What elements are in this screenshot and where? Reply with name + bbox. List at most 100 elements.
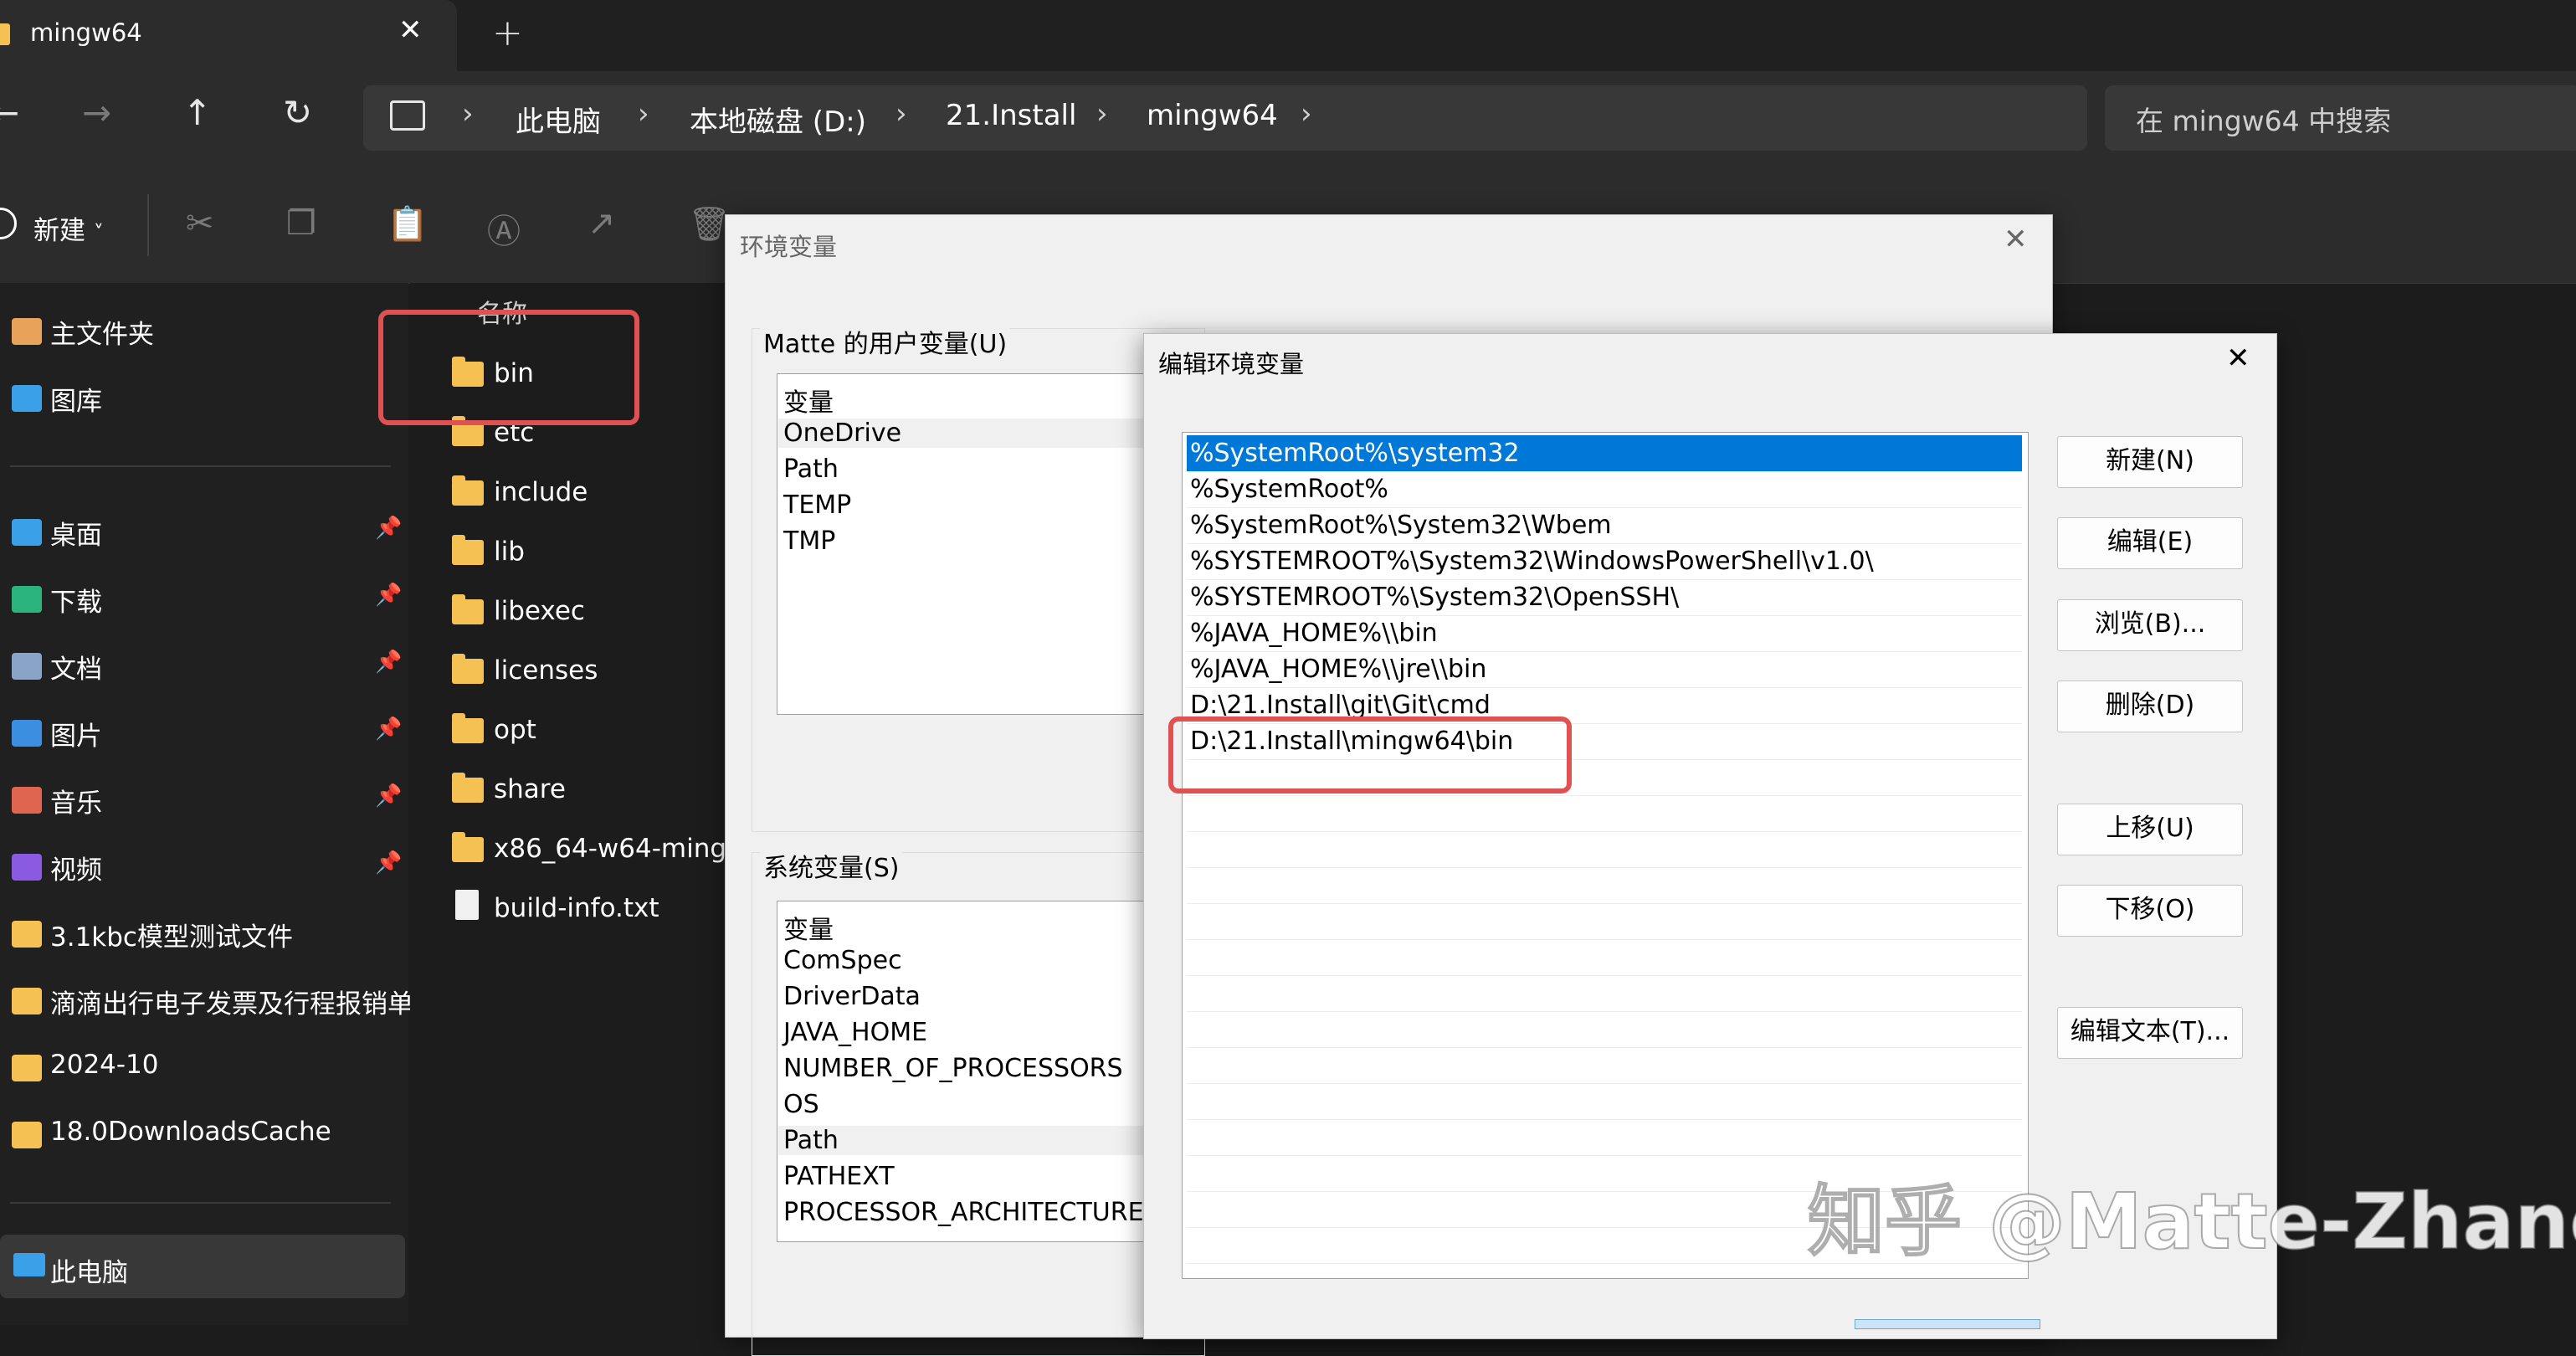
pin-icon[interactable]: 📌 — [375, 717, 402, 742]
highlight-box — [1168, 717, 1572, 794]
sidebar-item-downloads[interactable]: 下载 📌 — [0, 569, 408, 628]
sidebar-item-pictures[interactable]: 图片 📌 — [0, 703, 408, 762]
chevron-right-icon[interactable]: › — [462, 97, 474, 131]
file-item[interactable]: libexec — [452, 586, 753, 643]
refresh-icon[interactable]: ↻ — [283, 92, 312, 133]
move-down-button[interactable]: 下移(O) — [2057, 885, 2243, 937]
back-icon[interactable]: ← — [0, 92, 19, 133]
path-row[interactable]: %JAVA_HOME%\\bin — [1187, 615, 2022, 652]
music-icon — [12, 787, 42, 814]
file-item[interactable]: opt — [452, 705, 753, 762]
sidebar-item-gallery[interactable]: 图库 — [0, 368, 408, 427]
browse-button[interactable]: 浏览(B)... — [2057, 599, 2243, 651]
forward-icon[interactable]: → — [82, 92, 111, 133]
path-row[interactable] — [1187, 939, 2022, 976]
path-row[interactable]: %SystemRoot% — [1187, 471, 2022, 508]
computer-icon — [13, 1253, 45, 1276]
path-row[interactable] — [1187, 1119, 2022, 1156]
folder-icon — [12, 988, 42, 1014]
breadcrumb-local-disk-d[interactable]: 本地磁盘 (D:) — [690, 99, 866, 140]
system-variables-label: 系统变量(S) — [760, 847, 903, 884]
pin-icon[interactable]: 📌 — [375, 850, 402, 876]
close-icon[interactable]: ✕ — [2226, 342, 2250, 375]
path-row[interactable] — [1187, 1047, 2022, 1084]
search-input[interactable]: 在 mingw64 中搜索 — [2136, 99, 2391, 139]
file-name: lib — [494, 537, 525, 567]
pin-icon[interactable]: 📌 — [375, 783, 402, 809]
sidebar-item-2024-10[interactable]: 2024-10 — [0, 1038, 408, 1097]
folder-icon — [452, 832, 484, 862]
path-row[interactable]: %JAVA_HOME%\\jre\\bin — [1187, 651, 2022, 688]
sidebar-item-home[interactable]: 主文件夹 — [0, 301, 408, 360]
sidebar-item-didi[interactable]: 滴滴出行电子发票及行程报销单 — [0, 971, 413, 1030]
file-name: build-info.txt — [494, 893, 659, 923]
file-item[interactable]: build-info.txt — [452, 883, 753, 940]
delete-button[interactable]: 删除(D) — [2057, 681, 2243, 732]
pin-icon[interactable]: 📌 — [375, 516, 402, 541]
path-row[interactable]: %SYSTEMROOT%\System32\WindowsPowerShell\… — [1187, 543, 2022, 580]
sidebar-divider — [10, 1202, 391, 1204]
pin-icon[interactable]: 📌 — [375, 583, 402, 608]
new-button[interactable]: 新建 ˅ — [33, 209, 104, 247]
cut-icon[interactable]: ✂ — [186, 204, 214, 243]
sidebar-item-label: 此电脑 — [50, 1258, 128, 1288]
breadcrumb-this-pc[interactable]: 此电脑 — [516, 99, 601, 140]
close-icon[interactable]: ✕ — [398, 13, 423, 47]
sidebar-item-18-0downloadscache[interactable]: 18.0DownloadsCache — [0, 1105, 408, 1163]
file-item[interactable]: share — [452, 764, 753, 821]
edit-button[interactable]: 编辑(E) — [2057, 517, 2243, 569]
gallery-icon — [12, 385, 42, 412]
up-icon[interactable]: ↑ — [182, 92, 212, 133]
sidebar-item-label: 2024-10 — [50, 1050, 159, 1080]
path-row[interactable] — [1187, 1083, 2022, 1120]
rename-icon[interactable]: Ⓐ — [487, 204, 521, 253]
file-name: include — [494, 477, 588, 507]
chevron-right-icon[interactable]: › — [638, 97, 649, 131]
breadcrumb-21-install[interactable]: 21.Install — [946, 99, 1076, 132]
path-row[interactable] — [1187, 1011, 2022, 1048]
file-item[interactable]: lib — [452, 526, 753, 583]
pin-icon[interactable]: 📌 — [375, 650, 402, 675]
computer-icon — [390, 100, 425, 131]
folder-icon — [12, 1122, 42, 1148]
desktop-icon — [12, 519, 42, 546]
ok-button[interactable] — [1855, 1319, 2040, 1329]
sidebar-item-desktop[interactable]: 桌面 📌 — [0, 502, 408, 561]
sidebar-item-3-1kbc[interactable]: 3.1kbc模型测试文件 — [0, 904, 408, 963]
sidebar-item-this-pc[interactable]: 此电脑 — [0, 1235, 405, 1298]
folder-icon — [452, 713, 484, 743]
new-tab-button[interactable]: + — [492, 12, 523, 54]
path-row[interactable] — [1187, 867, 2022, 904]
path-row[interactable]: %SYSTEMROOT%\System32\OpenSSH\ — [1187, 579, 2022, 616]
path-row[interactable]: %SystemRoot%\System32\Wbem — [1187, 507, 2022, 544]
folder-icon — [12, 1055, 42, 1081]
path-value: %SystemRoot%\System32\Wbem — [1190, 511, 1612, 540]
close-icon[interactable]: ✕ — [2004, 223, 2028, 256]
edit-text-button[interactable]: 编辑文本(T)... — [2057, 1007, 2243, 1059]
path-row[interactable] — [1187, 831, 2022, 868]
file-item[interactable]: x86_64-w64-mingw32 — [452, 824, 753, 881]
file-name: licenses — [494, 655, 598, 686]
path-row[interactable]: %SystemRoot%\system32 — [1187, 435, 2022, 472]
path-row[interactable] — [1187, 795, 2022, 832]
file-item[interactable]: licenses — [452, 645, 753, 702]
breadcrumb-mingw64[interactable]: mingw64 — [1147, 99, 1278, 132]
file-item[interactable]: include — [452, 467, 753, 524]
chevron-right-icon[interactable]: › — [1096, 97, 1108, 131]
new-button[interactable]: 新建(N) — [2057, 436, 2243, 488]
move-up-button[interactable]: 上移(U) — [2057, 804, 2243, 855]
path-value: %SYSTEMROOT%\System32\WindowsPowerShell\… — [1190, 547, 1874, 576]
sidebar-item-videos[interactable]: 视频 📌 — [0, 837, 408, 896]
sidebar-item-documents[interactable]: 文档 📌 — [0, 636, 408, 695]
path-row[interactable] — [1187, 975, 2022, 1012]
chevron-right-icon[interactable]: › — [895, 97, 907, 131]
sidebar-item-label: 主文件夹 — [50, 320, 154, 350]
paste-icon[interactable]: 📋 — [387, 204, 428, 244]
chevron-right-icon[interactable]: › — [1301, 97, 1312, 131]
sidebar-item-music[interactable]: 音乐 📌 — [0, 770, 408, 829]
copy-icon[interactable]: ❐ — [286, 204, 316, 243]
share-icon[interactable]: ↗ — [588, 204, 616, 243]
home-icon — [12, 318, 42, 345]
path-row[interactable] — [1187, 903, 2022, 940]
documents-icon — [12, 653, 42, 680]
